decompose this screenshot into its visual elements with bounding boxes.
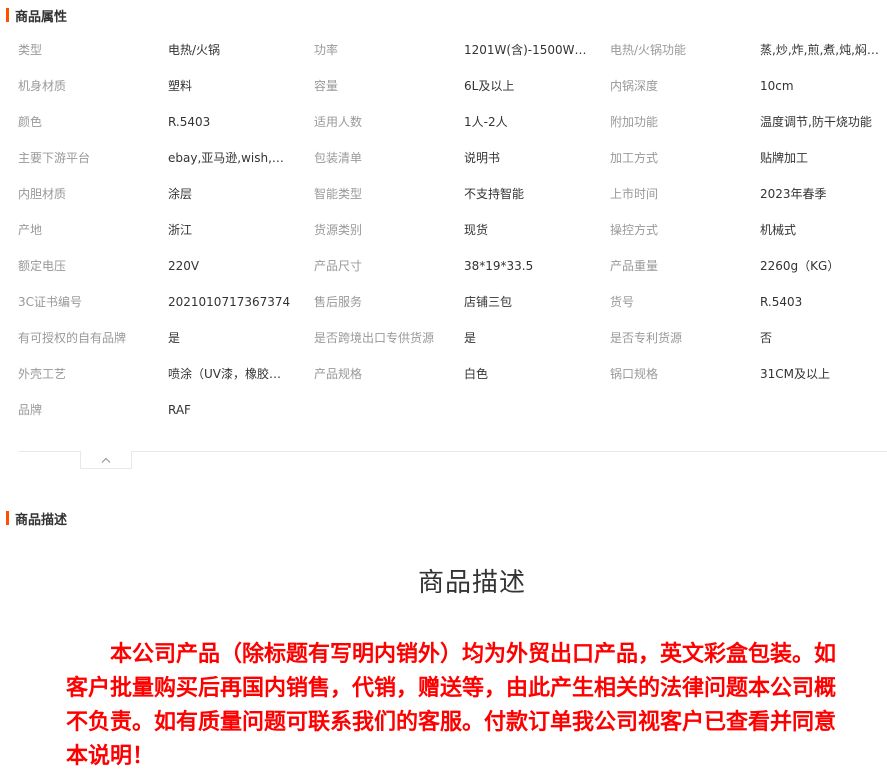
- attribute-label: 3C证书编号: [18, 295, 83, 309]
- attribute-row: 额定电压 220V 产品尺寸 38*19*33.5 产品重量 2260g（KG）: [0, 248, 887, 284]
- attributes-section-title: 商品属性: [15, 9, 68, 25]
- attribute-label: 产地: [18, 223, 43, 237]
- section-accent-bar: [6, 511, 9, 525]
- attribute-value: 6L及以上: [464, 79, 515, 93]
- attribute-value: 不支持智能: [464, 187, 525, 201]
- attribute-row: 主要下游平台 ebay,亚马逊,wish,速... 包装清单 说明书 加工方式 贴牌加工: [0, 140, 887, 176]
- attributes-divider: [18, 451, 887, 452]
- attribute-label: 附加功能: [610, 115, 659, 129]
- attribute-label: 额定电压: [18, 259, 67, 273]
- attribute-value: 2021010717367374: [168, 295, 291, 309]
- attribute-value: 31CM及以上: [760, 367, 831, 381]
- attribute-label: 适用人数: [314, 115, 363, 129]
- attribute-value: 机械式: [760, 223, 797, 237]
- attribute-label: 是否专利货源: [610, 331, 683, 345]
- attribute-label: 产品规格: [314, 367, 363, 381]
- attribute-label: 锅口规格: [610, 367, 659, 381]
- section-accent-bar: [6, 8, 9, 22]
- attribute-label: 类型: [18, 43, 43, 57]
- attribute-row: 产地 浙江 货源类别 现货 操控方式 机械式: [0, 212, 887, 248]
- attribute-value: 塑料: [168, 79, 193, 93]
- attribute-label: 产品尺寸: [314, 259, 363, 273]
- attribute-label: 电热/火锅功能: [610, 43, 687, 57]
- attribute-value: 220V: [168, 259, 200, 273]
- description-section-header: 商品描述: [0, 508, 67, 528]
- attribute-row: 内胆材质 涂层 智能类型 不支持智能 上市时间 2023年春季: [0, 176, 887, 212]
- attribute-value: 温度调节,防干烧功能: [760, 115, 872, 129]
- description-notice: 本公司产品（除标题有写明内销外）均为外贸出口产品，英文彩盒包装。如客户批量购买后…: [66, 642, 837, 769]
- attribute-label: 品牌: [18, 403, 43, 417]
- attribute-row: 品牌 RAF: [0, 392, 887, 428]
- attributes-section-header: 商品属性: [0, 5, 67, 25]
- attribute-label: 产品重量: [610, 259, 659, 273]
- attribute-value: 1人-2人: [464, 115, 508, 129]
- attribute-label: 内胆材质: [18, 187, 67, 201]
- attribute-row: 类型 电热/火锅 功率 1201W(含)-1500W(含) 电热/火锅功能 蒸,炒,炸,煎…: [0, 32, 887, 68]
- attribute-label: 货源类别: [314, 223, 363, 237]
- attribute-value: 是: [168, 331, 181, 345]
- attribute-value: 蒸,炒,炸,煎,煮,炖,焖,...: [760, 43, 882, 57]
- attribute-value: 白色: [464, 367, 489, 381]
- attribute-value: ebay,亚马逊,wish,速...: [168, 151, 292, 165]
- attribute-value: 浙江: [168, 223, 193, 237]
- attributes-table: 类型 电热/火锅 功率 1201W(含)-1500W(含) 电热/火锅功能 蒸,炒,炸,煎…: [0, 32, 887, 428]
- attribute-value: 现货: [464, 223, 489, 237]
- attribute-value: 贴牌加工: [760, 151, 809, 165]
- attribute-label: 颜色: [18, 115, 43, 129]
- collapse-attributes-button[interactable]: [80, 451, 132, 469]
- attribute-label: 售后服务: [314, 295, 363, 309]
- attribute-label: 功率: [314, 43, 339, 57]
- attribute-label: 机身材质: [18, 79, 67, 93]
- attribute-row: 机身材质 塑料 容量 6L及以上 内锅深度 10cm: [0, 68, 887, 104]
- attribute-value: RAF: [168, 403, 191, 417]
- attribute-label: 内锅深度: [610, 79, 659, 93]
- attribute-value: R.5403: [168, 115, 211, 129]
- attribute-label: 上市时间: [610, 187, 659, 201]
- attribute-row: 有可授权的自有品牌 是 是否跨境出口专供货源 是 是否专利货源 否: [0, 320, 887, 356]
- attribute-value: 是: [464, 331, 477, 345]
- attribute-label: 操控方式: [610, 223, 659, 237]
- attribute-value: 1201W(含)-1500W(含): [464, 43, 590, 57]
- attribute-label: 主要下游平台: [18, 151, 91, 165]
- description-section-title: 商品描述: [15, 512, 68, 528]
- attribute-value: 涂层: [168, 187, 193, 201]
- attribute-value: 否: [760, 331, 773, 345]
- attribute-value: 2260g（KG）: [760, 259, 840, 273]
- attribute-value: 2023年春季: [760, 187, 827, 201]
- attribute-value: 38*19*33.5: [464, 259, 534, 273]
- attribute-label: 货号: [610, 295, 635, 309]
- attribute-label: 智能类型: [314, 187, 363, 201]
- attribute-value: 说明书: [464, 151, 501, 165]
- attribute-row: 外壳工艺 喷涂（UV漆，橡胶漆... 产品规格 白色 锅口规格 31CM及以上: [0, 356, 887, 392]
- attribute-label: 外壳工艺: [18, 367, 67, 381]
- attribute-label: 是否跨境出口专供货源: [314, 331, 435, 345]
- attribute-label: 加工方式: [610, 151, 659, 165]
- attribute-value: 10cm: [760, 79, 794, 93]
- attribute-value: 电热/火锅: [168, 43, 221, 57]
- chevron-up-icon: [101, 457, 111, 463]
- description-heading: 商品描述: [417, 568, 526, 598]
- attribute-label: 容量: [314, 79, 339, 93]
- attribute-label: 包装清单: [314, 151, 363, 165]
- attribute-row: 颜色 R.5403 适用人数 1人-2人 附加功能 温度调节,防干烧功能: [0, 104, 887, 140]
- attribute-row: 3C证书编号 2021010717367374 售后服务 店铺三包 货号 R.5403: [0, 284, 887, 320]
- attribute-value: 店铺三包: [464, 295, 513, 309]
- attribute-value: 喷涂（UV漆，橡胶漆...: [168, 367, 292, 381]
- attribute-label: 有可授权的自有品牌: [18, 331, 127, 345]
- attribute-value: R.5403: [760, 295, 803, 309]
